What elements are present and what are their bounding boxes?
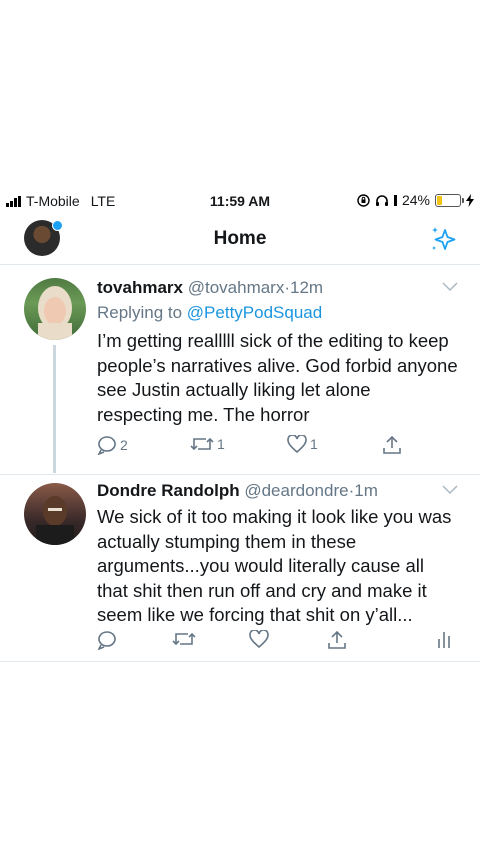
battery-icon: [435, 193, 464, 207]
timestamp: 1m: [354, 481, 378, 500]
like-button[interactable]: [249, 630, 269, 648]
reply-mention-link[interactable]: @PettyPodSquad: [187, 303, 322, 322]
handle[interactable]: @deardondre: [244, 481, 348, 500]
rotation-lock-icon: [357, 193, 370, 207]
reply-icon: [97, 631, 116, 650]
replying-to: Replying to @PettyPodSquad: [97, 303, 322, 323]
heart-icon: [249, 630, 269, 648]
retweet-button[interactable]: 1: [190, 435, 225, 453]
signal-icon-secondary: [393, 194, 397, 206]
tweet-actions: 2 1 1: [97, 435, 457, 457]
share-button[interactable]: [327, 630, 347, 650]
display-name[interactable]: Dondre Randolph: [97, 481, 240, 500]
like-count: 1: [310, 436, 318, 452]
retweet-count: 1: [217, 436, 225, 452]
reply-button[interactable]: [97, 630, 117, 650]
avatar[interactable]: [24, 278, 86, 340]
status-bar: T-Mobile LTE 11:59 AM 24%: [0, 188, 480, 214]
share-icon: [328, 630, 346, 649]
avatar[interactable]: [24, 483, 86, 545]
thread-line: [53, 345, 56, 473]
share-icon: [383, 435, 401, 454]
charging-bolt-icon: [466, 193, 474, 207]
sparkle-icon[interactable]: [428, 224, 458, 254]
reply-icon: [97, 436, 116, 455]
reply-prefix: Replying to: [97, 303, 183, 322]
share-button[interactable]: [382, 435, 402, 455]
chevron-down-icon[interactable]: [442, 282, 458, 292]
status-right: 24%: [357, 192, 474, 208]
page-title: Home: [213, 228, 267, 249]
display-name[interactable]: tovahmarx: [97, 278, 183, 297]
reply-button[interactable]: 2: [97, 435, 128, 455]
analytics-icon: [438, 632, 450, 648]
retweet-icon: [190, 437, 214, 451]
battery-percent: 24%: [401, 192, 430, 208]
headphones-icon: [375, 194, 388, 206]
like-button[interactable]: 1: [287, 435, 318, 453]
tweet-2[interactable]: Dondre Randolph @deardondre·1m We sick o…: [0, 475, 480, 661]
battery-fill: [437, 195, 442, 205]
retweet-button[interactable]: [172, 630, 196, 648]
home-header: Home: [0, 214, 480, 265]
timestamp: 12m: [290, 278, 324, 297]
retweet-icon: [172, 632, 196, 646]
tweet-text: I’m getting realllll sick of the editing…: [97, 330, 458, 425]
tweet-1[interactable]: tovahmarx @tovahmarx·12m Replying to @Pe…: [0, 264, 480, 474]
tweet-author[interactable]: Dondre Randolph @deardondre·1m: [97, 481, 378, 501]
handle[interactable]: @tovahmarx: [188, 278, 285, 297]
analytics-button[interactable]: [437, 630, 451, 648]
tweet-text: We sick of it too making it look like yo…: [97, 506, 452, 626]
tweet-author[interactable]: tovahmarx @tovahmarx·12m: [97, 278, 323, 298]
tweet-divider: [0, 661, 480, 662]
heart-icon: [287, 435, 307, 453]
chevron-down-icon[interactable]: [442, 485, 458, 495]
reply-count: 2: [120, 437, 128, 453]
tweet-actions: [97, 630, 457, 652]
